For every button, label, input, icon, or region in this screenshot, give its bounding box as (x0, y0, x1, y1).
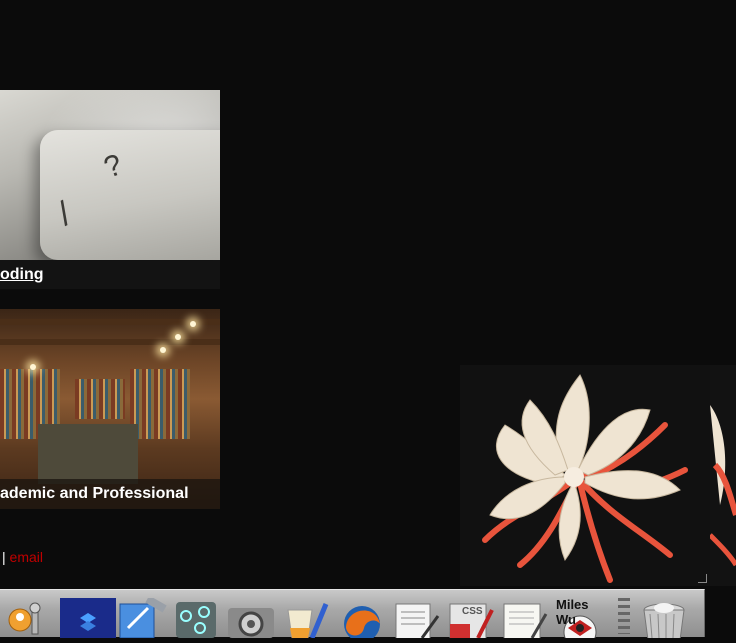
xcode-icon[interactable] (118, 595, 168, 639)
lamp (175, 334, 181, 340)
academic-card[interactable]: ademic and Professional (0, 309, 220, 509)
trash-icon[interactable] (638, 598, 688, 641)
mindnode-icon[interactable] (172, 598, 222, 638)
flower-image (460, 365, 710, 586)
keycap (40, 130, 220, 260)
system-preferences-icon[interactable] (226, 598, 276, 638)
footer-separator: | (2, 549, 6, 565)
coding-card[interactable]: ? / oding (0, 90, 220, 289)
email-link[interactable]: email (10, 549, 43, 565)
dropbox-icon[interactable] (60, 598, 116, 638)
dock-separator (618, 598, 630, 634)
coding-link[interactable]: oding (0, 266, 44, 283)
css-edit-icon[interactable]: CSS (446, 598, 496, 641)
roof-beam (0, 319, 220, 325)
coding-card-title[interactable]: oding (0, 260, 220, 289)
resize-grip[interactable] (698, 574, 707, 583)
flower-preview[interactable] (460, 365, 710, 586)
curtain (38, 424, 138, 484)
textedit-icon[interactable] (392, 598, 442, 641)
keyboard-photo: ? / (0, 90, 220, 260)
roof-beam (0, 339, 220, 345)
firefox-icon[interactable] (336, 598, 386, 642)
footer-links: | email (2, 549, 43, 565)
lamp (190, 321, 196, 327)
lamp (30, 364, 36, 370)
keychain-access-icon[interactable] (2, 598, 52, 638)
miles-wu-label: Miles Wu (556, 597, 589, 627)
css-label: CSS (462, 606, 483, 617)
bookshelf (75, 379, 125, 419)
dock: CSS Miles Wu (0, 589, 705, 643)
academic-card-title[interactable]: ademic and Professional (0, 479, 220, 509)
coda-icon[interactable] (282, 598, 332, 639)
lamp (160, 347, 166, 353)
miles-wu-icon[interactable]: Miles Wu (554, 597, 610, 643)
second-preview[interactable] (710, 365, 736, 586)
flower-image-partial (710, 405, 736, 567)
bookshelf (130, 369, 190, 439)
academic-link[interactable]: ademic and Professional (0, 485, 189, 502)
document-icon[interactable] (500, 598, 550, 641)
